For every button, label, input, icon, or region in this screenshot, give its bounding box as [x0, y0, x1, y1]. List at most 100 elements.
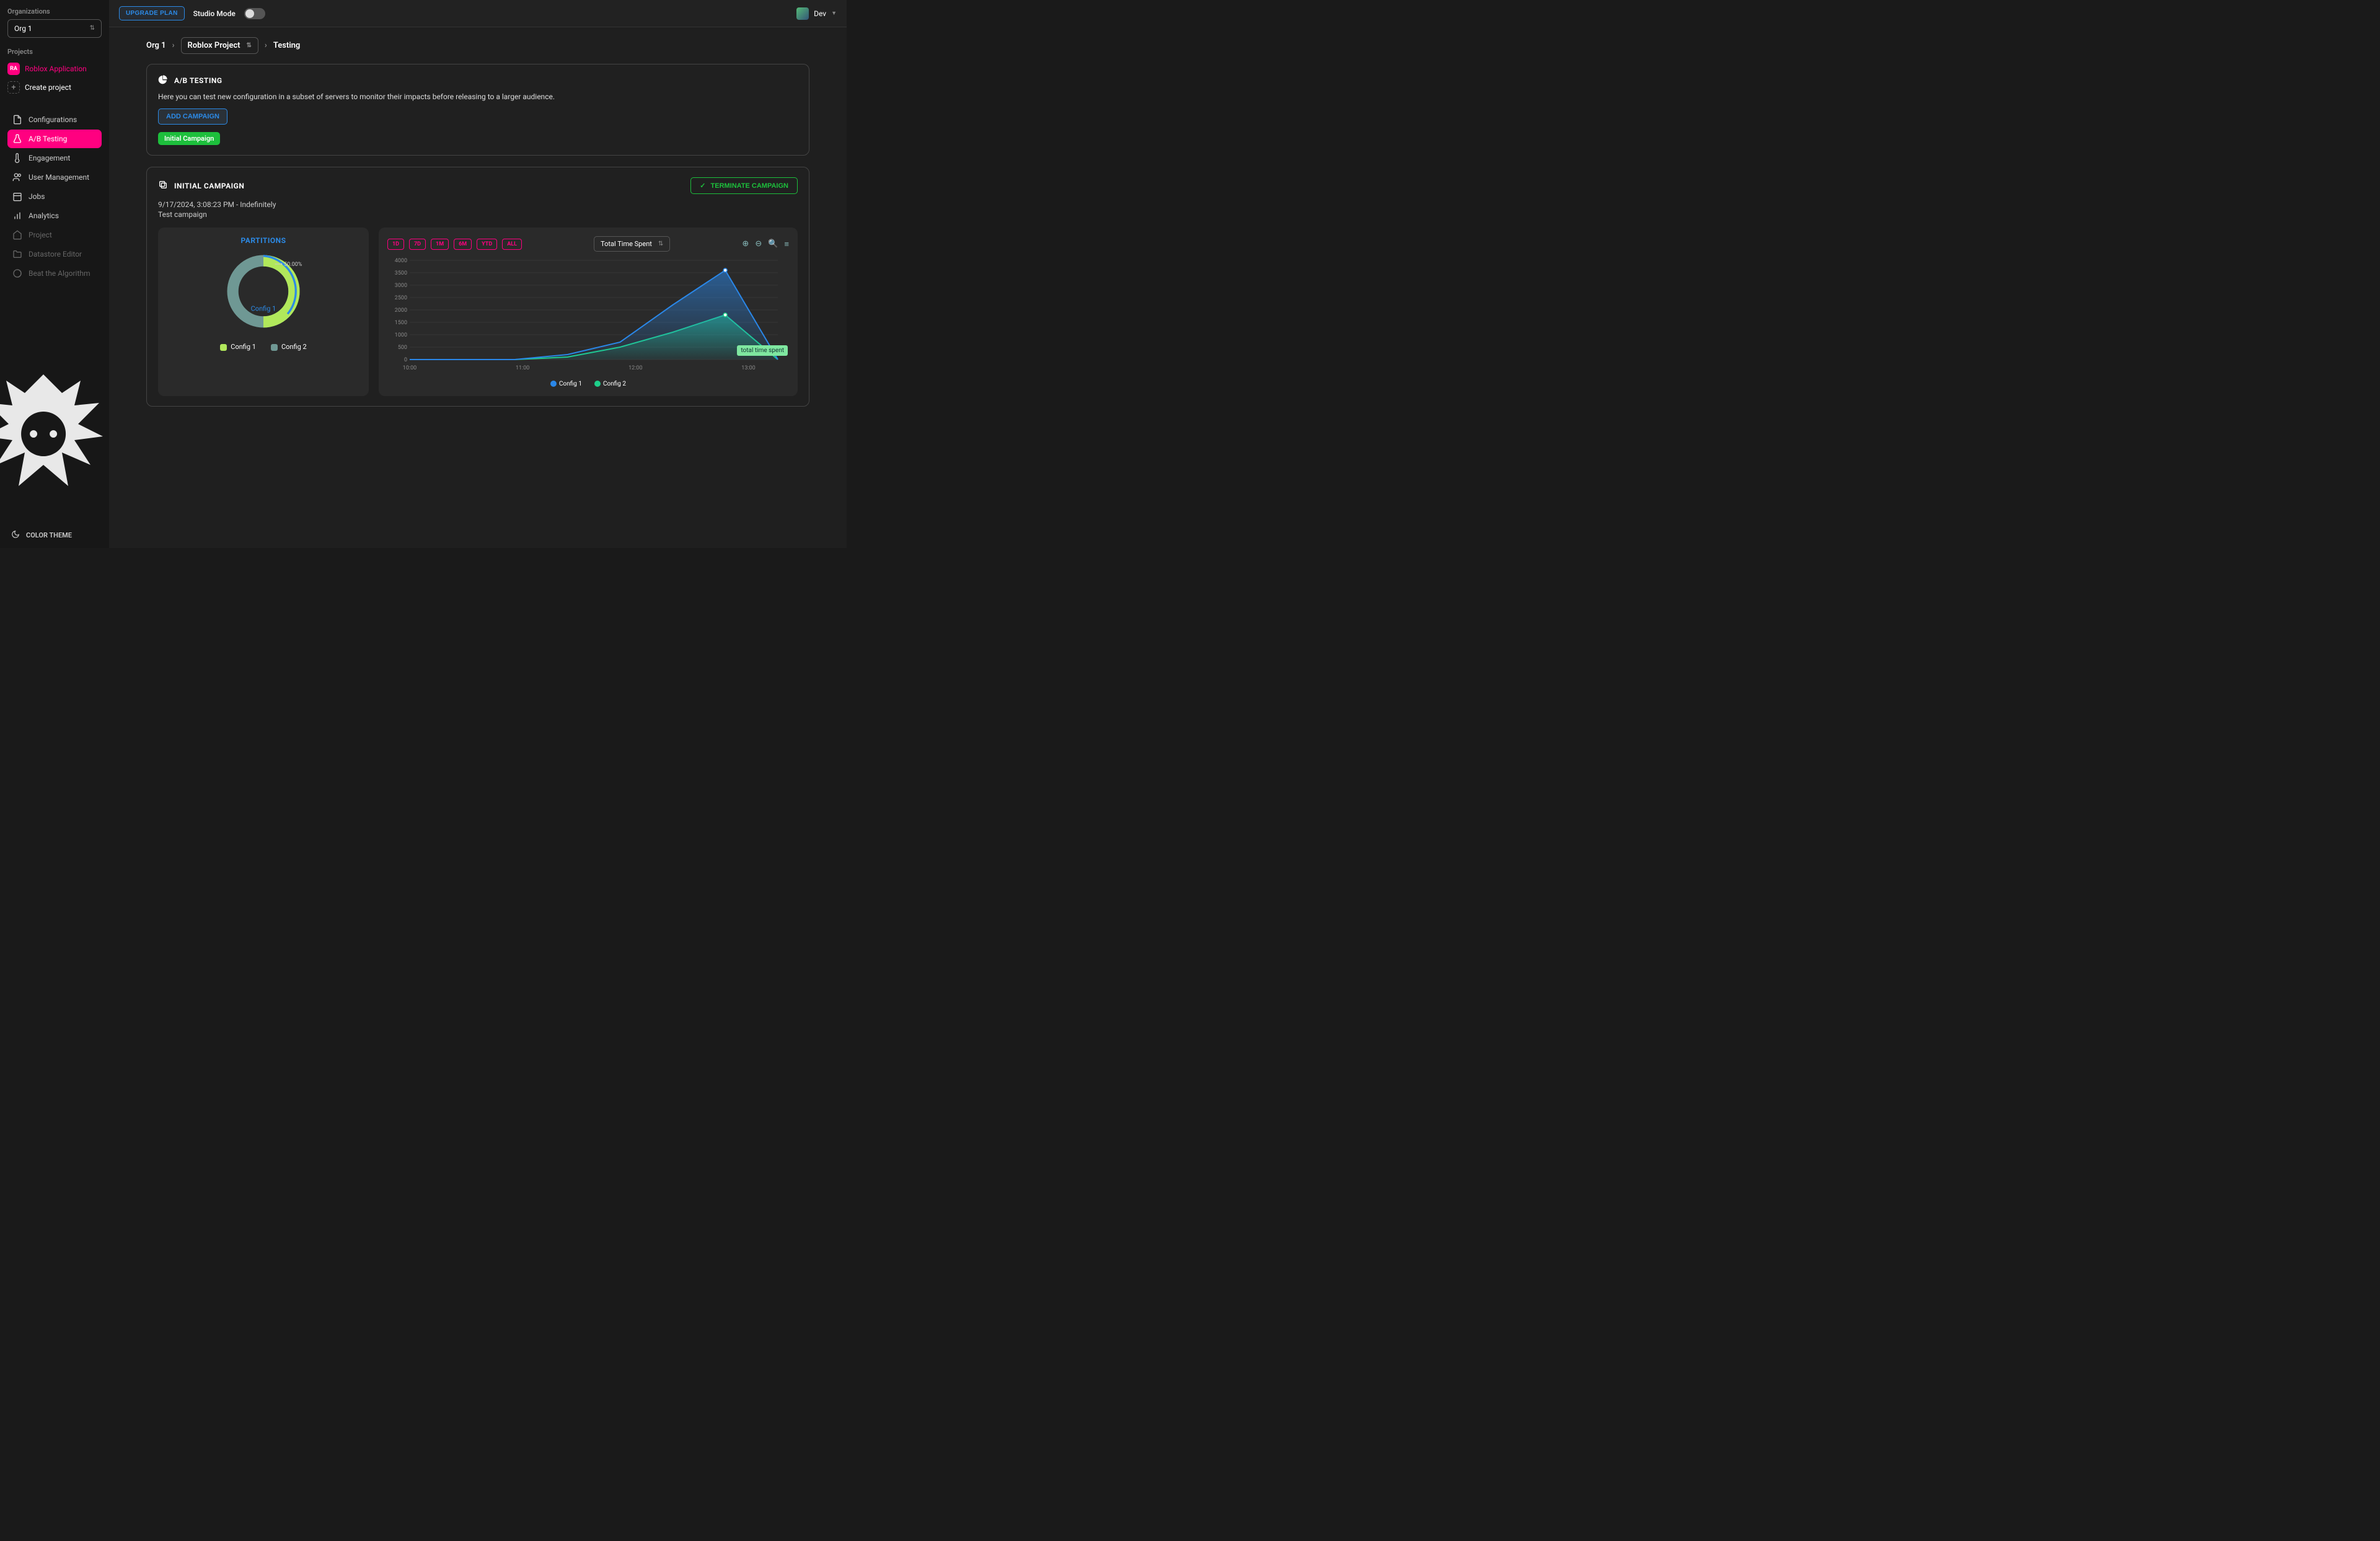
content: Org 1 › Roblox Project ⇅ › Testing A/B T…	[109, 27, 847, 548]
svg-text:13:00: 13:00	[741, 365, 755, 371]
add-campaign-button[interactable]: ADD CAMPAIGN	[158, 108, 227, 125]
username: Dev	[814, 9, 826, 18]
svg-text:1000: 1000	[395, 332, 407, 338]
range-1d[interactable]: 1D	[387, 239, 404, 250]
org-selector[interactable]: Org 1 ⇅	[7, 19, 102, 38]
swatch-icon	[220, 344, 227, 351]
dot-icon	[594, 381, 601, 387]
calendar-icon	[12, 192, 22, 201]
ab-panel-title: A/B TESTING	[174, 76, 223, 85]
nav-label: User Management	[29, 173, 89, 182]
pie-icon	[158, 74, 168, 86]
partition-pct-label: ⟶ 50.00%	[275, 262, 302, 268]
campaign-panel: INITIAL CAMPAIGN ✓ TERMINATE CAMPAIGN 9/…	[146, 167, 809, 407]
breadcrumb-project-selector[interactable]: Roblox Project ⇅	[181, 37, 258, 54]
beaker-icon	[12, 134, 22, 144]
range-all[interactable]: ALL	[502, 239, 522, 250]
main-area: UPGRADE PLAN Studio Mode Dev ▼ Org 1 › R…	[109, 0, 847, 548]
svg-text:4000: 4000	[395, 258, 407, 264]
chevron-up-down-icon: ⇅	[247, 43, 252, 49]
file-icon	[12, 115, 22, 125]
theme-label: COLOR THEME	[26, 531, 72, 539]
svg-text:1500: 1500	[395, 320, 407, 326]
svg-text:2000: 2000	[395, 307, 407, 314]
copy-icon	[158, 180, 168, 192]
campaign-pill[interactable]: Initial Campaign	[158, 132, 220, 145]
nav-analytics[interactable]: Analytics	[7, 206, 102, 225]
donut-chart	[167, 251, 360, 332]
nav-label: Analytics	[29, 211, 59, 220]
nav-label: Configurations	[29, 115, 77, 124]
dot-icon	[550, 381, 557, 387]
ab-panel-header: A/B TESTING	[158, 74, 798, 86]
create-project-label: Create project	[25, 83, 71, 92]
target-icon	[12, 268, 22, 278]
campaign-cards: PARTITIONS ⟶ 50.00% Config 1 Config 1 Co…	[158, 227, 798, 396]
chevron-right-icon: ›	[172, 41, 175, 50]
ab-testing-panel: A/B TESTING Here you can test new config…	[146, 64, 809, 156]
toggle-knob	[245, 9, 254, 18]
nav-label: A/B Testing	[29, 135, 67, 143]
projects-label: Projects	[7, 48, 102, 56]
project-name: Roblox Application	[25, 64, 87, 73]
nav-project[interactable]: Project	[7, 226, 102, 244]
svg-text:2500: 2500	[395, 295, 407, 301]
avatar	[796, 7, 809, 20]
upgrade-plan-button[interactable]: UPGRADE PLAN	[119, 6, 185, 20]
svg-text:0: 0	[404, 357, 407, 363]
chevron-right-icon: ›	[265, 41, 267, 50]
breadcrumb-project: Roblox Project	[188, 41, 240, 50]
home-icon	[12, 230, 22, 240]
create-project-button[interactable]: + Create project	[7, 78, 102, 97]
range-6m[interactable]: 6M	[454, 239, 472, 250]
user-menu[interactable]: Dev ▼	[796, 7, 837, 20]
org-label: Organizations	[7, 7, 102, 15]
campaign-title: INITIAL CAMPAIGN	[174, 182, 244, 190]
chart-controls: 1D 7D 1M 6M YTD ALL Total Time Spent ⇅	[387, 236, 789, 252]
nav-datastore[interactable]: Datastore Editor	[7, 245, 102, 263]
project-avatar: RA	[7, 63, 20, 75]
terminate-label: TERMINATE CAMPAIGN	[711, 182, 788, 190]
metric-selector[interactable]: Total Time Spent ⇅	[594, 236, 670, 252]
nav-ab-testing[interactable]: A/B Testing	[7, 130, 102, 148]
chart-toolbar: ⊕ ⊖ 🔍 ≡	[742, 239, 789, 249]
breadcrumb: Org 1 › Roblox Project ⇅ › Testing	[146, 37, 809, 54]
zoom-in-icon[interactable]: ⊕	[742, 239, 749, 249]
nav-user-management[interactable]: User Management	[7, 168, 102, 187]
users-icon	[12, 172, 22, 182]
range-1m[interactable]: 1M	[431, 239, 449, 250]
zoom-out-icon[interactable]: ⊖	[755, 239, 762, 249]
metric-label: Total Time Spent	[601, 240, 652, 248]
projects-section: Projects RA Roblox Application + Create …	[7, 48, 102, 97]
chevron-up-down-icon: ⇅	[90, 25, 95, 32]
chart-card: 1D 7D 1M 6M YTD ALL Total Time Spent ⇅	[379, 227, 798, 396]
chevron-down-icon: ▼	[831, 10, 837, 17]
legend-item: Config 1	[550, 381, 582, 387]
svg-text:10:00: 10:00	[403, 365, 416, 371]
nav-engagement[interactable]: Engagement	[7, 149, 102, 167]
chevron-up-down-icon: ⇅	[658, 241, 663, 247]
check-icon: ✓	[700, 182, 705, 190]
svg-text:500: 500	[398, 345, 407, 351]
lion-logo	[0, 362, 105, 523]
partitions-legend: Config 1 Config 2	[167, 343, 360, 351]
nav-label: Beat the Algorithm	[29, 269, 90, 278]
studio-mode-label: Studio Mode	[193, 9, 236, 18]
nav-jobs[interactable]: Jobs	[7, 187, 102, 206]
search-icon[interactable]: 🔍	[768, 239, 778, 249]
color-theme-button[interactable]: COLOR THEME	[11, 530, 72, 541]
breadcrumb-org[interactable]: Org 1	[146, 41, 166, 50]
range-7d[interactable]: 7D	[409, 239, 426, 250]
nav-configurations[interactable]: Configurations	[7, 110, 102, 129]
campaign-desc: Test campaign	[158, 210, 798, 219]
nav-beat-algorithm[interactable]: Beat the Algorithm	[7, 264, 102, 283]
partitions-card: PARTITIONS ⟶ 50.00% Config 1 Config 1 Co…	[158, 227, 369, 396]
legend-item: Config 2	[271, 343, 307, 351]
svg-text:12:00: 12:00	[628, 365, 642, 371]
menu-icon[interactable]: ≡	[784, 239, 789, 249]
svg-text:3000: 3000	[395, 283, 407, 289]
studio-mode-toggle[interactable]	[244, 8, 265, 19]
project-item-active[interactable]: RA Roblox Application	[7, 60, 102, 78]
terminate-campaign-button[interactable]: ✓ TERMINATE CAMPAIGN	[690, 177, 798, 194]
range-ytd[interactable]: YTD	[477, 239, 497, 250]
